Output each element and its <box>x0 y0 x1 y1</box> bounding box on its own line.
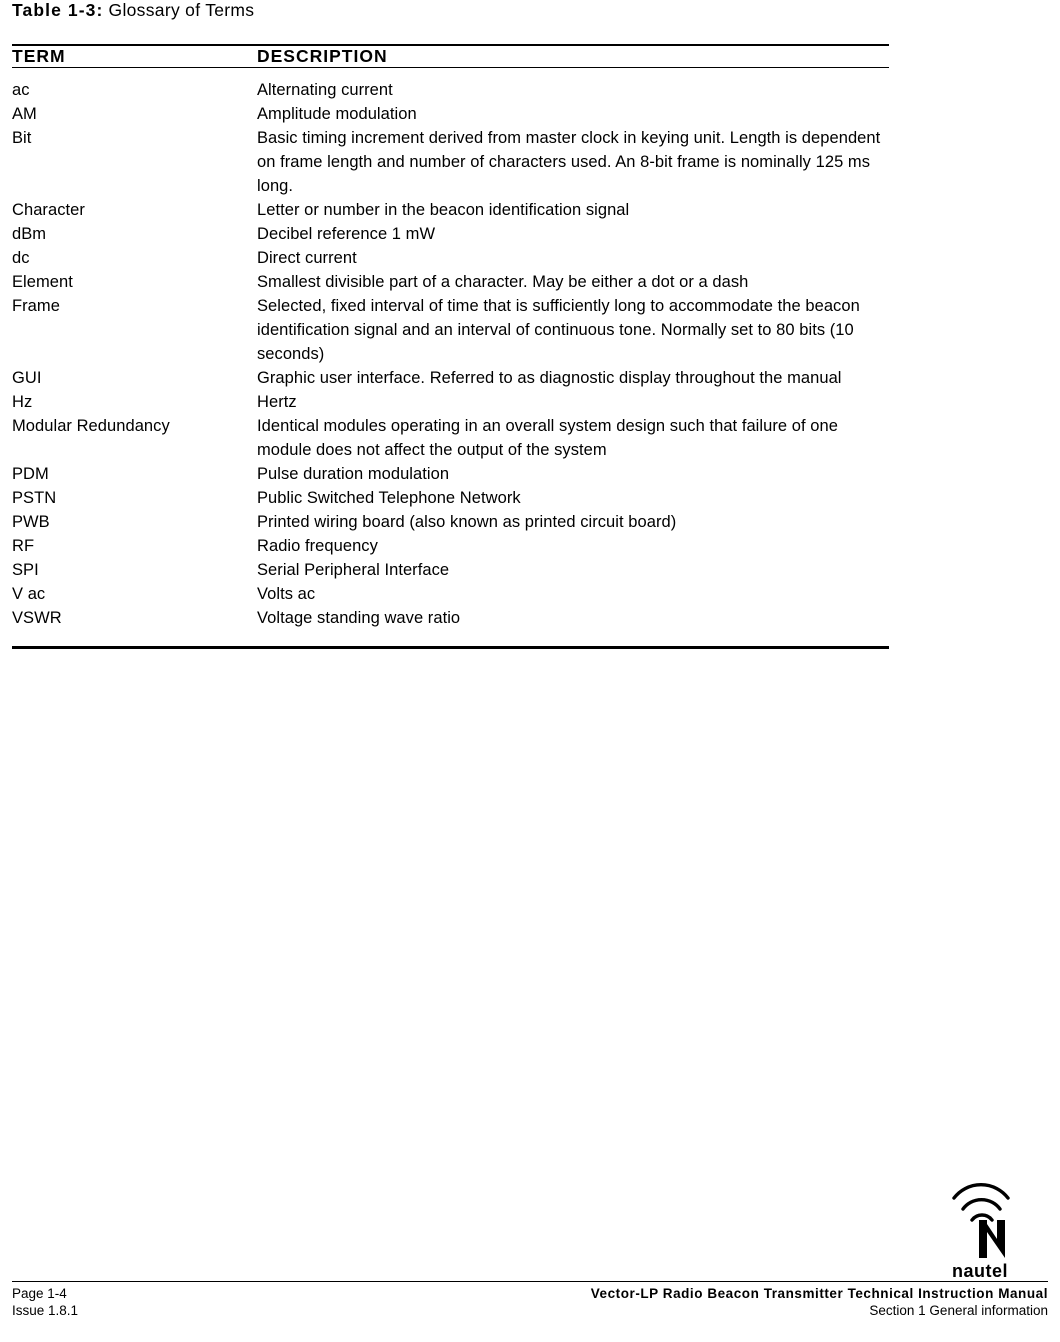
table-caption: Table 1-3: Glossary of Terms <box>12 0 254 21</box>
description-cell: Selected, fixed interval of time that is… <box>257 297 860 363</box>
description-cell: Printed wiring board (also known as prin… <box>257 513 677 531</box>
term-cell: PSTN <box>12 489 57 507</box>
table-row: V ac Volts ac <box>12 582 889 606</box>
term-cell: ac <box>12 81 30 99</box>
table-caption-text: Glossary of Terms <box>103 0 255 20</box>
term-cell: GUI <box>12 369 42 387</box>
description-cell: Hertz <box>257 393 297 411</box>
table-row: Modular Redundancy Identical modules oper… <box>12 414 889 462</box>
column-header-description: DESCRIPTION <box>257 46 388 66</box>
term-cell: SPI <box>12 561 39 579</box>
description-cell: Direct current <box>257 249 357 267</box>
description-cell: Serial Peripheral Interface <box>257 561 450 579</box>
table-row: AM Amplitude modulation <box>12 102 889 126</box>
term-cell: VSWR <box>12 609 62 627</box>
term-cell: dc <box>12 249 30 267</box>
page-footer: Page 1-4 Vector-LP Radio Beacon Transmit… <box>12 1281 1048 1318</box>
logo-wordmark: nautel <box>952 1261 1008 1281</box>
table-row: Character Letter or number in the beacon … <box>12 198 889 222</box>
description-cell: Amplitude modulation <box>257 105 417 123</box>
description-cell: Smallest divisible part of a character. … <box>257 273 749 291</box>
table-caption-label: Table 1-3: <box>12 0 104 20</box>
table-bottom-rule <box>12 646 889 649</box>
description-cell: Public Switched Telephone Network <box>257 489 521 507</box>
table-row: ac Alternating current <box>12 68 889 102</box>
description-cell: Letter or number in the beacon identific… <box>257 201 630 219</box>
table-row: SPI Serial Peripheral Interface <box>12 558 889 582</box>
footer-issue: Issue 1.8.1 <box>12 1303 79 1318</box>
description-cell: Graphic user interface. Referred to as d… <box>257 369 842 387</box>
table-row: PSTN Public Switched Telephone Network <box>12 486 889 510</box>
description-cell: Pulse duration modulation <box>257 465 450 483</box>
table-row: Hz Hertz <box>12 390 889 414</box>
term-cell: PWB <box>12 513 50 531</box>
description-cell: Basic timing increment derived from mast… <box>257 129 881 195</box>
term-cell: Element <box>12 273 73 291</box>
term-cell: RF <box>12 537 35 555</box>
term-cell: Frame <box>12 297 60 315</box>
description-cell: Volts ac <box>257 585 316 603</box>
term-cell: V ac <box>12 585 46 603</box>
term-cell: dBm <box>12 225 47 243</box>
term-cell: Character <box>12 201 85 219</box>
footer-page-number: Page 1-4 <box>12 1286 67 1301</box>
description-cell: Decibel reference 1 mW <box>257 225 436 243</box>
footer-manual-title: Vector-LP Radio Beacon Transmitter Techn… <box>590 1286 1048 1301</box>
footer-rule <box>12 1281 1048 1282</box>
column-header-term: TERM <box>12 46 66 66</box>
description-cell: Alternating current <box>257 81 393 99</box>
table-row: Frame Selected, fixed interval of time th… <box>12 294 889 366</box>
table-row: VSWR Voltage standing wave ratio <box>12 606 889 642</box>
table-row: Element Smallest divisible part of a char… <box>12 270 889 294</box>
table-row: dBm Decibel reference 1 mW <box>12 222 889 246</box>
glossary-table: TERM DESCRIPTION ac Alternating current AM… <box>12 44 889 649</box>
table-row: dc Direct current <box>12 246 889 270</box>
term-cell: Bit <box>12 129 32 147</box>
table-row: PWB Printed wiring board (also known as p… <box>12 510 889 534</box>
table-row: Bit Basic timing increment derived from m… <box>12 126 889 198</box>
description-cell: Voltage standing wave ratio <box>257 609 461 627</box>
footer-section: Section 1 General information <box>869 1303 1048 1318</box>
term-cell: AM <box>12 105 37 123</box>
term-cell: PDM <box>12 465 49 483</box>
description-cell: Identical modules operating in an overal… <box>257 417 838 459</box>
document-page: Table 1-3: Glossary of Terms TERM DESCRI… <box>0 0 1060 1342</box>
table-row: RF Radio frequency <box>12 534 889 558</box>
table-header-row: TERM DESCRIPTION <box>12 46 889 67</box>
table-row: GUI Graphic user interface. Referred to a… <box>12 366 889 390</box>
term-cell: Hz <box>12 393 33 411</box>
term-cell: Modular Redundancy <box>12 417 170 435</box>
description-cell: Radio frequency <box>257 537 378 555</box>
table-row: PDM Pulse duration modulation <box>12 462 889 486</box>
nautel-logo: nautel <box>930 1160 1030 1285</box>
